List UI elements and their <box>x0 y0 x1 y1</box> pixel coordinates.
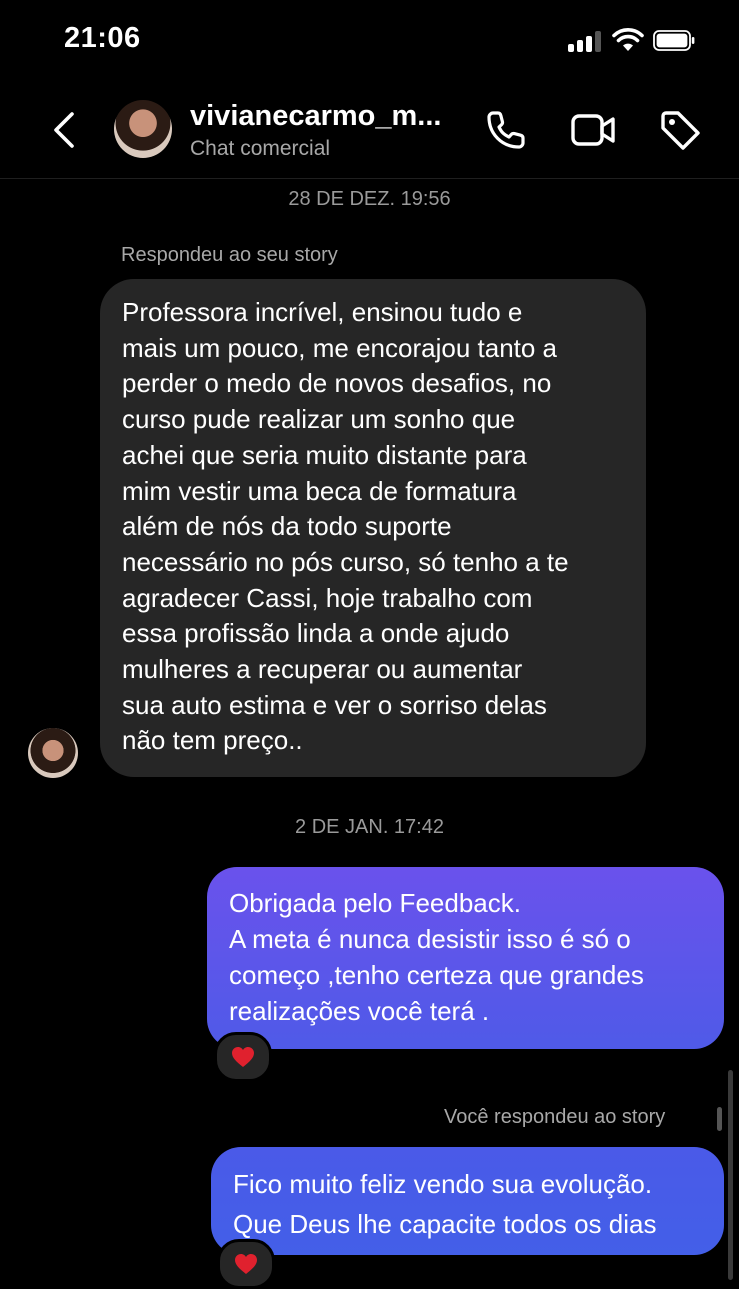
incoming-message-bubble[interactable]: Professora incrível, ensinou tudo e mais… <box>100 279 646 777</box>
tag-icon[interactable] <box>658 108 702 152</box>
avatar[interactable] <box>114 100 172 158</box>
message-line: mulheres a recuperar ou aumentar <box>122 654 523 685</box>
wifi-icon <box>612 28 644 51</box>
chat-type-label: Chat comercial <box>190 137 331 160</box>
message-line: agradecer Cassi, hoje trabalho com <box>122 582 533 613</box>
message-line: perder o medo de novos desafios, no <box>122 368 552 399</box>
message-line: mim vestir uma beca de formatura <box>122 475 517 506</box>
back-chevron-icon[interactable] <box>50 110 78 150</box>
message-line: começo ,tenho certeza que grandes <box>229 960 644 990</box>
username[interactable]: vivianecarmo_m... <box>190 100 441 133</box>
heart-icon <box>235 1254 257 1274</box>
status-time: 21:06 <box>64 22 141 54</box>
message-line: necessário no pós curso, só tenho a te <box>122 546 569 577</box>
message-line: além de nós da todo suporte <box>122 511 452 542</box>
scrollbar-thumb[interactable] <box>717 1107 722 1131</box>
outgoing-message-bubble[interactable]: Fico muito feliz vendo sua evolução. Que… <box>211 1147 724 1255</box>
message-line: sua auto estima e ver o sorriso delas <box>122 689 547 720</box>
story-reply-note: Você respondeu ao story <box>444 1106 666 1128</box>
message-line: não tem preço.. <box>122 725 303 756</box>
message-line: mais um pouco, me encorajou tanto a <box>122 332 558 363</box>
outgoing-message-bubble[interactable]: Obrigada pelo Feedback. A meta é nunca d… <box>207 867 724 1049</box>
phone-icon[interactable] <box>484 108 528 152</box>
header-divider <box>0 178 739 179</box>
message-line: Fico muito feliz vendo sua evolução. <box>233 1169 653 1199</box>
message-line: Professora incrível, ensinou tudo e <box>122 297 523 327</box>
timestamp: 28 DE DEZ. 19:56 <box>288 188 451 210</box>
timestamp: 2 DE JAN. 17:42 <box>295 816 444 838</box>
scrollbar[interactable] <box>728 1070 733 1280</box>
message-line: A meta é nunca desistir isso é só o <box>229 924 631 954</box>
message-line: achei que seria muito distante para <box>122 439 527 470</box>
story-reply-note: Respondeu ao seu story <box>121 244 338 266</box>
heart-icon <box>232 1047 254 1067</box>
message-line: essa profissão linda a onde ajudo <box>122 618 510 649</box>
message-line: curso pude realizar um sonho que <box>122 404 516 435</box>
message-line: realizações você terá . <box>229 996 490 1026</box>
heart-reaction[interactable] <box>217 1239 275 1289</box>
sender-avatar[interactable] <box>28 728 78 778</box>
heart-reaction[interactable] <box>214 1032 272 1082</box>
cellular-signal-icon <box>568 30 602 52</box>
message-line: Obrigada pelo Feedback. <box>229 888 521 918</box>
battery-icon <box>653 30 695 51</box>
message-line: Que Deus lhe capacite todos os dias <box>233 1209 657 1239</box>
video-camera-icon[interactable] <box>570 110 616 150</box>
